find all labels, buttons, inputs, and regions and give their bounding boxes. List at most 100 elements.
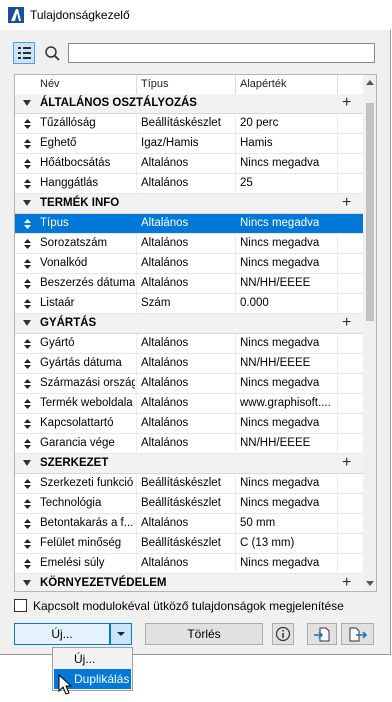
cell-divider <box>337 334 338 353</box>
import-icon <box>314 627 330 642</box>
table-header: Név Típus Alapérték <box>15 75 363 95</box>
add-icon[interactable]: + <box>342 95 351 111</box>
property-type: Beállításkészlet <box>141 537 221 549</box>
delete-button[interactable]: Törlés <box>145 623 263 645</box>
table-row[interactable]: Éghető Igaz/Hamis Hamis <box>15 134 363 154</box>
sort-icon[interactable] <box>24 218 31 230</box>
table-row[interactable]: Gyártó Általános Nincs megadva <box>15 334 363 354</box>
property-name: Beszerzés dátuma <box>40 277 135 289</box>
sort-icon[interactable] <box>24 378 31 390</box>
new-button[interactable]: Új... <box>14 623 110 645</box>
sort-icon[interactable] <box>24 518 31 530</box>
group-header-row[interactable]: TERMÉK INFO + <box>15 194 363 214</box>
column-divider[interactable] <box>337 75 338 94</box>
cell-divider <box>136 294 137 313</box>
scrollbar-thumb[interactable] <box>366 103 374 321</box>
table-row[interactable]: Szerkezeti funkció Beállításkészlet Nincs … <box>15 474 363 494</box>
table-row[interactable]: Beszerzés dátuma Általános NN/HH/ÉÉÉÉ <box>15 274 363 294</box>
sort-icon[interactable] <box>24 258 31 270</box>
sort-icon[interactable] <box>24 138 31 150</box>
table-row[interactable]: Vonalkód Általános Nincs megadva <box>15 254 363 274</box>
sort-icon[interactable] <box>24 418 31 430</box>
collapse-arrow-icon[interactable] <box>23 459 31 467</box>
column-divider[interactable] <box>235 75 236 94</box>
sort-icon[interactable] <box>24 478 31 490</box>
property-default-value: Nincs megadva <box>240 217 320 229</box>
info-button[interactable] <box>272 623 294 645</box>
sort-icon[interactable] <box>24 558 31 570</box>
vertical-scrollbar[interactable] <box>363 75 376 591</box>
group-header-row[interactable]: KÖRNYEZETVÉDELEM + <box>15 574 363 591</box>
table-row[interactable]: Hanggátlás Általános 25 <box>15 174 363 194</box>
property-table: Név Típus Alapérték ÁLTALÁNOS OSZTÁLYOZÁ… <box>14 74 377 592</box>
cell-divider <box>235 234 236 253</box>
cell-divider <box>235 274 236 293</box>
table-row[interactable]: Termék weboldala Általános www.graphisoft.… <box>15 394 363 414</box>
sort-icon[interactable] <box>24 438 31 450</box>
add-icon[interactable]: + <box>342 455 351 471</box>
sort-icon[interactable] <box>24 538 31 550</box>
add-icon[interactable]: + <box>342 575 351 591</box>
scroll-down-arrow-icon[interactable] <box>366 581 374 587</box>
cell-divider <box>235 554 236 573</box>
table-row[interactable]: Technológia Beállításkészlet Nincs megadva <box>15 494 363 514</box>
menu-item-new[interactable]: Új... <box>54 649 131 669</box>
table-row[interactable]: Sorozatszám Általános Nincs megadva <box>15 234 363 254</box>
list-view-button[interactable] <box>13 42 35 64</box>
property-name: Vonalkód <box>40 257 88 269</box>
scroll-up-arrow-icon[interactable] <box>366 79 374 85</box>
group-name: ÁLTALÁNOS OSZTÁLYOZÁS <box>40 97 197 109</box>
column-header-type[interactable]: Típus <box>141 78 169 90</box>
table-row[interactable]: Gyártás dátuma Általános NN/HH/ÉÉÉÉ <box>15 354 363 374</box>
collapse-arrow-icon[interactable] <box>23 99 31 107</box>
sort-icon[interactable] <box>24 398 31 410</box>
cell-divider <box>136 254 137 273</box>
export-button[interactable] <box>341 623 374 645</box>
cell-divider <box>337 214 338 233</box>
cell-divider <box>337 174 338 193</box>
search-input[interactable] <box>68 43 375 63</box>
sort-icon[interactable] <box>24 498 31 510</box>
column-header-name[interactable]: Név <box>40 78 60 90</box>
property-type: Általános <box>141 377 189 389</box>
table-row[interactable]: Listaár Szám 0.000 <box>15 294 363 314</box>
property-default-value: Nincs megadva <box>240 257 320 269</box>
sort-icon[interactable] <box>24 338 31 350</box>
collapse-arrow-icon[interactable] <box>23 319 31 327</box>
cell-divider <box>235 514 236 533</box>
table-row[interactable]: Hőátbocsátás Általános Nincs megadva <box>15 154 363 174</box>
table-row[interactable]: Emelési súly Általános Nincs megadva <box>15 554 363 574</box>
property-name: Termék weboldala <box>40 397 133 409</box>
table-row[interactable]: Származási ország Általános Nincs megadva <box>15 374 363 394</box>
column-header-default[interactable]: Alapérték <box>240 78 286 90</box>
collapse-arrow-icon[interactable] <box>23 579 31 587</box>
property-default-value: Nincs megadva <box>240 337 320 349</box>
sort-icon[interactable] <box>24 278 31 290</box>
property-name: Származási ország <box>40 377 135 389</box>
group-header-row[interactable]: SZERKEZET + <box>15 454 363 474</box>
collapse-arrow-icon[interactable] <box>23 199 31 207</box>
table-row-selected[interactable]: Típus Általános Nincs megadva <box>15 214 363 234</box>
table-row[interactable]: Garancia vége Általános NN/HH/ÉÉÉÉ <box>15 434 363 454</box>
column-divider[interactable] <box>136 75 137 94</box>
sort-icon[interactable] <box>24 178 31 190</box>
group-header-row[interactable]: GYÁRTÁS + <box>15 314 363 334</box>
add-icon[interactable]: + <box>342 315 351 331</box>
sort-icon[interactable] <box>24 238 31 250</box>
group-header-row[interactable]: ÁLTALÁNOS OSZTÁLYOZÁS + <box>15 94 363 114</box>
property-default-value: Nincs megadva <box>240 557 320 569</box>
table-row[interactable]: Kapcsolattartó Általános Nincs megadva <box>15 414 363 434</box>
add-icon[interactable]: + <box>342 195 351 211</box>
conflict-filter-checkbox[interactable] <box>14 599 27 612</box>
new-dropdown-button[interactable] <box>110 623 132 645</box>
table-row[interactable]: Felület minőség Beállításkészlet C (13 mm) <box>15 534 363 554</box>
table-row[interactable]: Betontakarás a f... Általános 50 mm <box>15 514 363 534</box>
sort-icon[interactable] <box>24 358 31 370</box>
table-row[interactable]: Tűzállóság Beállításkészlet 20 perc <box>15 114 363 134</box>
sort-icon[interactable] <box>24 298 31 310</box>
import-button[interactable] <box>307 623 337 645</box>
property-type: Általános <box>141 217 189 229</box>
sort-icon[interactable] <box>24 118 31 130</box>
sort-icon[interactable] <box>24 158 31 170</box>
property-name: Hanggátlás <box>40 177 99 189</box>
